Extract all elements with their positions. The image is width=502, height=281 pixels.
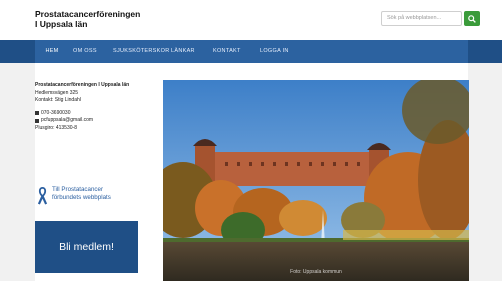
photo-caption: Foto: Uppsala kommun: [290, 269, 342, 275]
nav-bar: HEM OM OSS SJUKSKÖTERSKOR LÄNKAR KONTAKT…: [35, 40, 468, 63]
email-icon: [35, 118, 39, 123]
search-button[interactable]: [464, 11, 480, 26]
nav-item-home[interactable]: HEM: [35, 40, 69, 63]
email-row: pcfuppsala@gmail.com: [35, 117, 145, 125]
nav-item-logga-in[interactable]: LOGGA IN: [260, 40, 289, 63]
org-name: Prostatacancerföreningen I Uppsala län: [35, 82, 130, 88]
join-button[interactable]: Bli medlem!: [35, 221, 138, 273]
castle-photo-image: [163, 80, 469, 281]
contact-info: Prostatacancerföreningen I Uppsala län H…: [35, 82, 145, 132]
contact-person: Kontakt: Stig Lindahl: [35, 97, 81, 103]
search-input[interactable]: Sök på webbplatsen...: [381, 11, 462, 26]
search-icon: [468, 14, 476, 23]
site-title[interactable]: Prostatacancerföreningen I Uppsala län: [35, 9, 140, 29]
nav-item-om-oss[interactable]: OM OSS: [73, 40, 97, 63]
plusgiro: Plusgiro: 413530-8: [35, 124, 77, 131]
nav-item-sjukskoterskor[interactable]: SJUKSKÖTERSKOR: [113, 40, 169, 63]
federation-link[interactable]: Till Prostatacancer förbundets webbplats: [52, 186, 111, 202]
nav-item-lankar[interactable]: LÄNKAR: [171, 40, 195, 63]
phone-row: 070-3690030: [35, 110, 145, 118]
email-link[interactable]: pcfuppsala@gmail.com: [41, 117, 93, 125]
awareness-ribbon-icon: [37, 187, 48, 205]
phone-number[interactable]: 070-3690030: [41, 110, 70, 118]
federation-link-block[interactable]: Till Prostatacancer förbundets webbplats: [34, 186, 144, 210]
nav-item-kontakt[interactable]: KONTAKT: [213, 40, 241, 63]
site-header: Prostatacancerföreningen I Uppsala län S…: [0, 0, 502, 40]
phone-icon: [35, 111, 39, 116]
hero-photo: Foto: Uppsala kommun: [163, 80, 469, 281]
address: Hedlemsvägen 325: [35, 89, 79, 96]
main-nav: HEM OM OSS SJUKSKÖTERSKOR LÄNKAR KONTAKT…: [0, 40, 502, 63]
